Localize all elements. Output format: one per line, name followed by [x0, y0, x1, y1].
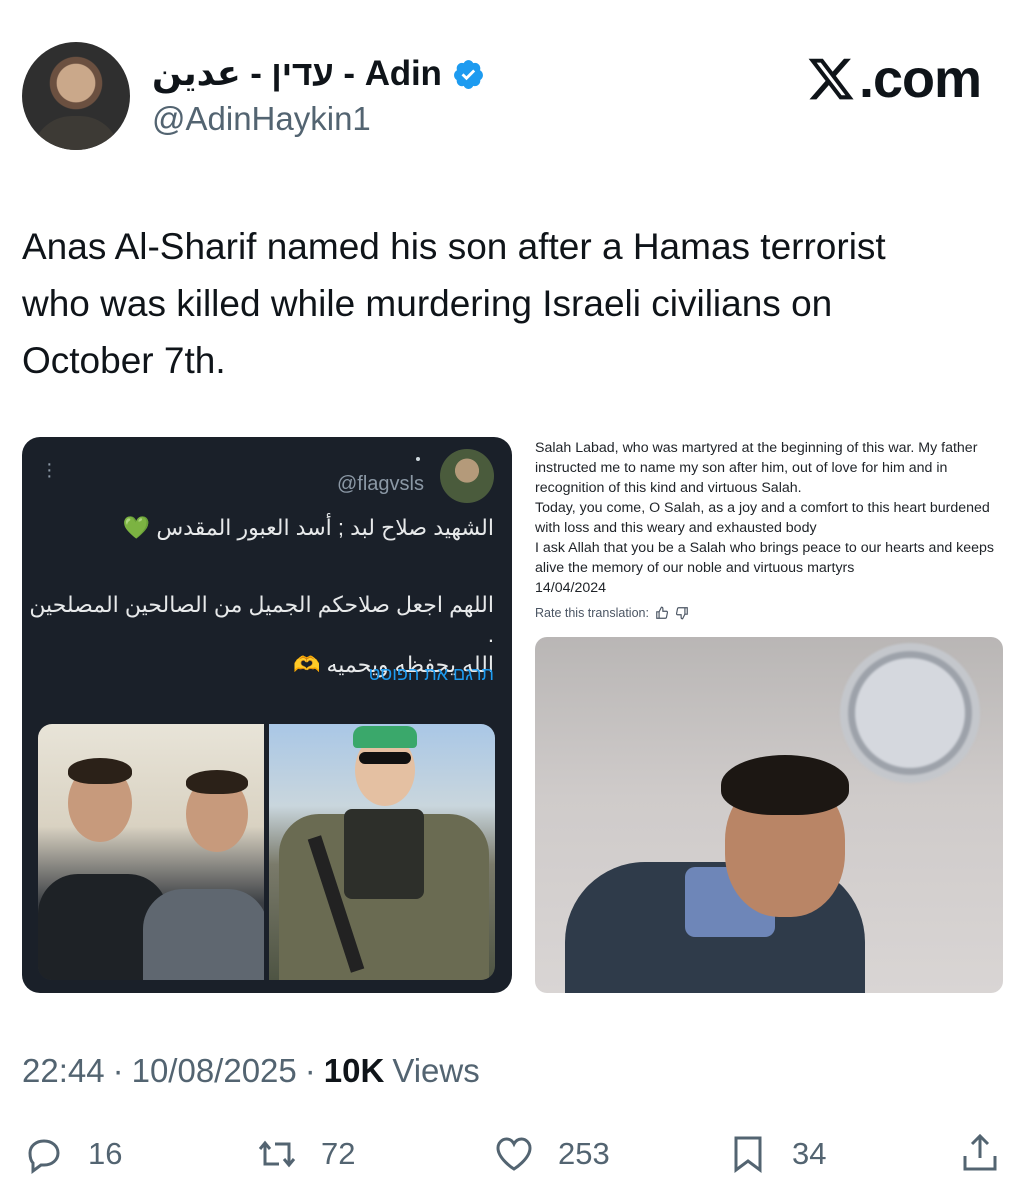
rate-translation-label: Rate this translation:	[535, 606, 649, 620]
views-label: Views	[392, 1052, 480, 1089]
embedded-avatar	[440, 449, 494, 503]
author-name-row: עדין - عدين - Adin	[152, 52, 485, 96]
bookmark-icon	[734, 1136, 762, 1173]
tweet-text: Anas Al-Sharif named his son after a Ham…	[22, 226, 886, 381]
thumbs-up-icon	[656, 606, 668, 619]
action-bar: 16 72 253 34	[0, 1128, 1031, 1180]
translation-line: I ask Allah that you be a Salah who brin…	[535, 540, 995, 576]
embedded-arabic-line2: اللهم اجعل صلاحكم الجميل من الصالحين الم…	[29, 592, 494, 647]
rate-translation: Rate this translation:	[535, 606, 689, 620]
meta-separator: ·	[304, 1052, 316, 1089]
share-button[interactable]	[958, 1128, 1002, 1180]
embedded-arabic-line1: الشهيد صلاح لبد ; أسد العبور المقدس 💚	[122, 515, 494, 540]
bookmark-count: 34	[792, 1136, 827, 1171]
translation-line: Today, you come, O Salah, as a joy and a…	[535, 500, 990, 536]
meta-separator: ·	[112, 1052, 124, 1089]
heart-icon	[496, 1137, 532, 1171]
brand-logo: .com	[805, 48, 982, 110]
translation-date: 14/04/2024	[535, 580, 607, 596]
x-logo-icon	[808, 58, 854, 100]
tweet-meta: 22:44 · 10/08/2025 · 10K Views	[22, 1052, 480, 1090]
bookmark-button[interactable]: 34	[726, 1128, 826, 1180]
reply-button[interactable]: 16	[22, 1128, 122, 1180]
views-count: 10K	[323, 1052, 385, 1089]
embedded-image-right[interactable]	[535, 637, 1003, 993]
translation-text: Salah Labad, who was martyred at the beg…	[535, 438, 1005, 598]
verified-badge-icon	[453, 59, 483, 89]
dot-icon	[416, 457, 420, 461]
embedded-handle: @flagvsls	[337, 473, 424, 495]
repost-icon	[258, 1140, 296, 1168]
author-avatar[interactable]	[22, 42, 130, 150]
embedded-image-left[interactable]: · · · @flagvsls الشهيد صلاح لبد ; أسد العب…	[22, 437, 512, 993]
repost-count: 72	[321, 1136, 356, 1171]
translate-post-link: תרגם את הפוסט	[368, 664, 494, 684]
author-handle[interactable]: @AdinHaykin1	[152, 100, 371, 138]
embedded-photo-armed-man	[269, 724, 495, 980]
brand-label: .com	[858, 49, 982, 109]
reply-count: 16	[88, 1136, 123, 1171]
author-display-name[interactable]: עדין - عدين - Adin	[152, 54, 442, 94]
share-icon	[963, 1133, 997, 1171]
thumbs-down-icon	[675, 607, 688, 620]
like-button[interactable]: 253	[492, 1128, 610, 1180]
tweet-date[interactable]: 10/08/2025	[132, 1052, 297, 1090]
embedded-photo-two-men	[38, 724, 264, 980]
repost-button[interactable]: 72	[255, 1128, 355, 1180]
like-count: 253	[558, 1136, 610, 1171]
reply-icon	[28, 1139, 60, 1174]
more-options-icon: · · ·	[46, 453, 53, 487]
wall-clock	[840, 643, 980, 783]
translation-line: Salah Labad, who was martyred at the beg…	[535, 440, 978, 496]
tweet-time[interactable]: 22:44	[22, 1052, 105, 1090]
